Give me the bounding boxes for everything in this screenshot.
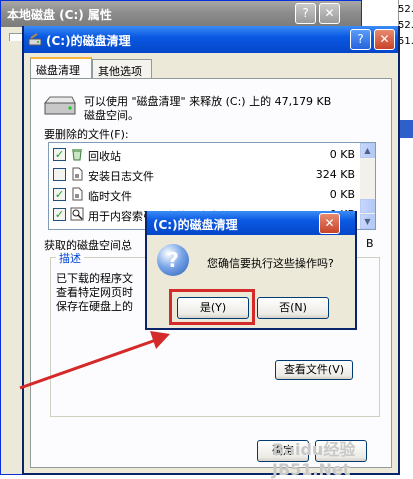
intro-text-line2: 磁盘空间。 [84,109,139,122]
scroll-up-button[interactable]: ▲ [360,143,375,158]
view-files-button[interactable]: 查看文件(V) [275,360,353,380]
right-background-window [398,0,413,475]
dialog-title: (C:)的磁盘清理 [153,218,238,232]
scroll-down-button[interactable]: ▼ [360,214,375,229]
confirm-dialog: (C:)的磁盘清理 ✕ ? 您确信要执行这些操作吗? 是(Y) 否(N) [145,211,357,330]
bg-window-title: 本地磁盘 (C:) 属性 [7,8,112,22]
no-button[interactable]: 否(N) [257,297,329,319]
list-item[interactable]: ✓ 回收站 0 KB [49,145,359,165]
watermark: Baidu经验 JB51.Net [272,440,356,479]
item-label: 安装日志文件 [88,170,154,183]
right-number: 52. [398,20,413,31]
main-window-title: (C:)的磁盘清理 [46,34,131,48]
item-label: 回收站 [88,150,121,163]
highlight-box [169,289,255,325]
item-size: 0 KB [329,148,355,161]
temp-file-icon [72,187,83,201]
main-titlebar: (C:)的磁盘清理 [24,26,398,53]
list-item[interactable]: 安装日志文件 324 KB [49,165,359,185]
list-item[interactable]: ✓ 临时文件 0 KB [49,185,359,205]
bg-close-button[interactable]: ✕ [319,3,340,24]
item-checkbox[interactable]: ✓ [53,148,66,161]
dialog-message: 您确信要执行这些操作吗? [207,257,334,270]
bg-tab-edge [9,33,23,41]
recycle-bin-icon [72,149,82,161]
bg-help-button[interactable]: ? [295,3,316,24]
dialog-close-button[interactable]: ✕ [319,213,340,234]
right-blue-bar [398,120,413,138]
log-file-icon [72,167,83,181]
item-label: 临时文件 [88,190,132,203]
question-icon: ? [157,244,189,276]
description-line3: 保存在硬盘上的 [56,300,133,313]
search-file-icon [70,207,84,221]
tab-other-options[interactable]: 其他选项 [92,59,152,79]
right-number-list: 52. 52. 51. [398,2,413,50]
right-number: 52. [398,4,413,15]
item-size: 0 KB [329,188,355,201]
scroll-thumb[interactable] [360,199,375,213]
main-help-button[interactable]: ? [350,29,371,50]
item-checkbox[interactable]: ✓ [53,188,66,201]
file-list-scrollbar[interactable]: ▲ ▼ [360,143,375,229]
disk-cleanup-icon [28,33,42,46]
tab-disk-cleanup[interactable]: 磁盘清理 [30,57,92,79]
files-to-delete-label: 要删除的文件(F): [44,128,129,141]
hard-drive-icon [43,96,76,115]
right-number: 51. [398,36,413,47]
description-title: 描述 [56,250,84,266]
main-close-button[interactable]: ✕ [374,29,395,50]
space-gained-value: B [366,237,374,250]
item-checkbox[interactable]: ✓ [53,208,66,221]
item-checkbox[interactable] [53,168,66,181]
item-size: 324 KB [315,168,355,181]
